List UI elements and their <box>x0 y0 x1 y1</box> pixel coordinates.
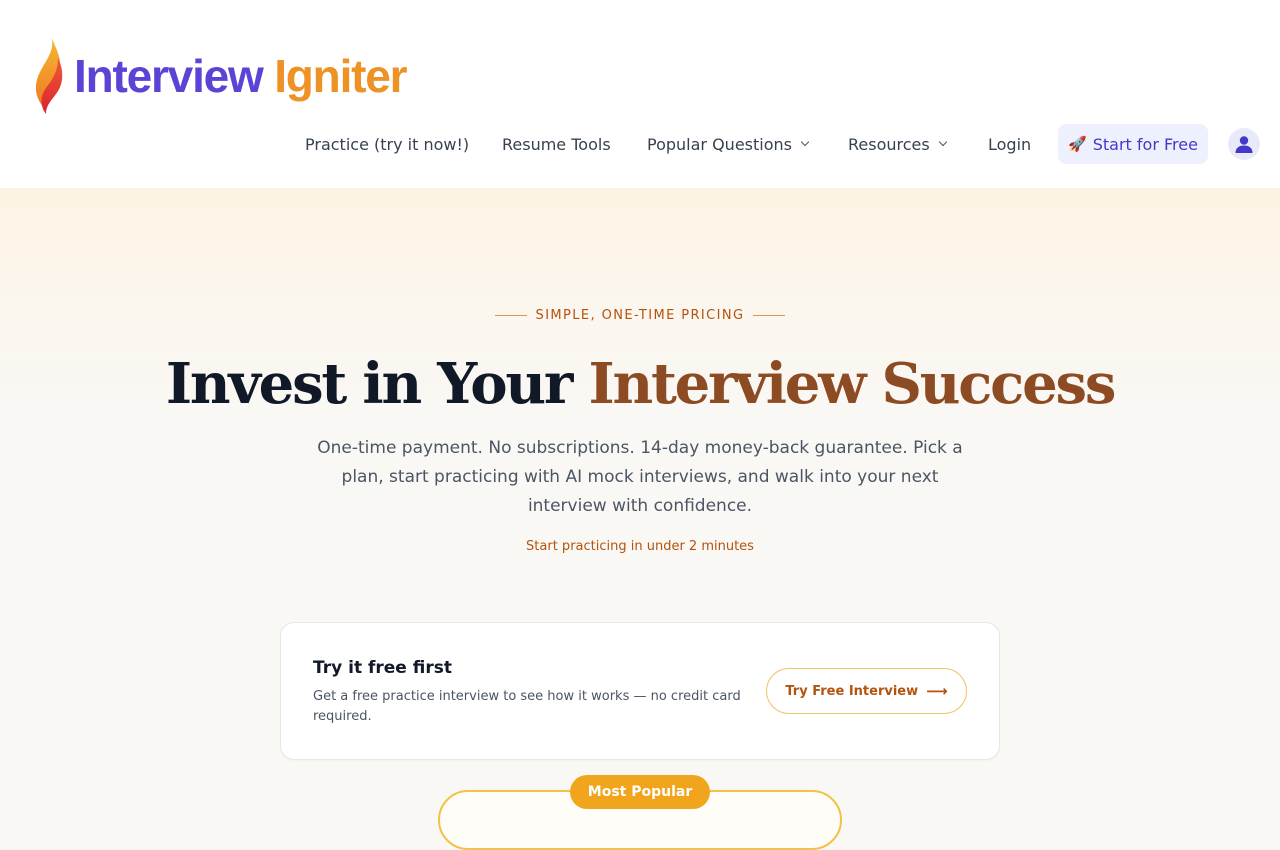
nav-item-login[interactable]: Login <box>988 124 1031 164</box>
free-trial-title: Try it free first <box>313 658 452 678</box>
nav-item-label: Popular Questions <box>647 134 792 154</box>
rocket-icon: 🚀 <box>1068 135 1087 153</box>
nav-item-resources[interactable]: Resources <box>848 124 947 164</box>
nav-item-label: Resume Tools <box>502 134 611 154</box>
nav-item-label: Resources <box>848 134 930 154</box>
chevron-down-icon <box>938 137 947 147</box>
eyebrow-divider-left <box>494 315 527 316</box>
nav-item-label: Login <box>988 134 1032 154</box>
try-free-interview-label: Try Free Interview <box>785 683 919 699</box>
try-free-interview-button[interactable]: Try Free Interview ⟶ <box>766 668 967 714</box>
nav-item-popular-questions[interactable]: Popular Questions <box>647 124 810 164</box>
brand-name-part1: Interview <box>74 50 264 102</box>
eyebrow-text: Simple, one-time pricing <box>535 308 745 323</box>
most-popular-badge: Most Popular <box>570 775 710 809</box>
main-nav: Practice (try it now!) Resume Tools Popu… <box>0 124 1280 164</box>
nav-item-practice[interactable]: Practice (try it now!) <box>305 124 469 164</box>
page-title-accent: Interview Success <box>588 351 1116 417</box>
free-trial-description: Get a free practice interview to see how… <box>313 689 741 724</box>
pricing-hero: Simple, one-time pricing Invest in Your … <box>0 188 1280 850</box>
arrow-right-icon: ⟶ <box>926 682 948 700</box>
hero-note: Start practicing in under 2 minutes <box>526 539 754 554</box>
user-icon <box>1235 136 1253 153</box>
page-title-part1: Invest in Your <box>165 351 574 417</box>
brand-name: Interview Igniter <box>74 50 408 102</box>
flame-icon <box>35 38 63 114</box>
site-header: Interview Igniter Practice (try it now!)… <box>0 0 1280 188</box>
user-avatar-button[interactable] <box>1228 128 1260 160</box>
start-for-free-button[interactable]: 🚀 Start for Free <box>1058 124 1208 164</box>
brand-name-part2: Igniter <box>274 50 407 102</box>
chevron-down-icon <box>800 137 810 147</box>
eyebrow-divider-right <box>753 315 786 316</box>
pricing-eyebrow: Simple, one-time pricing <box>0 308 1280 323</box>
nav-item-resume-tools[interactable]: Resume Tools <box>502 124 611 164</box>
start-for-free-label: Start for Free <box>1092 134 1198 154</box>
free-trial-card: Try it free first Get a free practice in… <box>280 622 1000 760</box>
brand-logo[interactable]: Interview Igniter <box>28 36 408 116</box>
page-title: Invest in Your Interview Success <box>0 348 1280 420</box>
hero-description: One-time payment. No subscriptions. 14-d… <box>317 438 963 516</box>
nav-item-label: Practice (try it now!) <box>305 134 470 154</box>
